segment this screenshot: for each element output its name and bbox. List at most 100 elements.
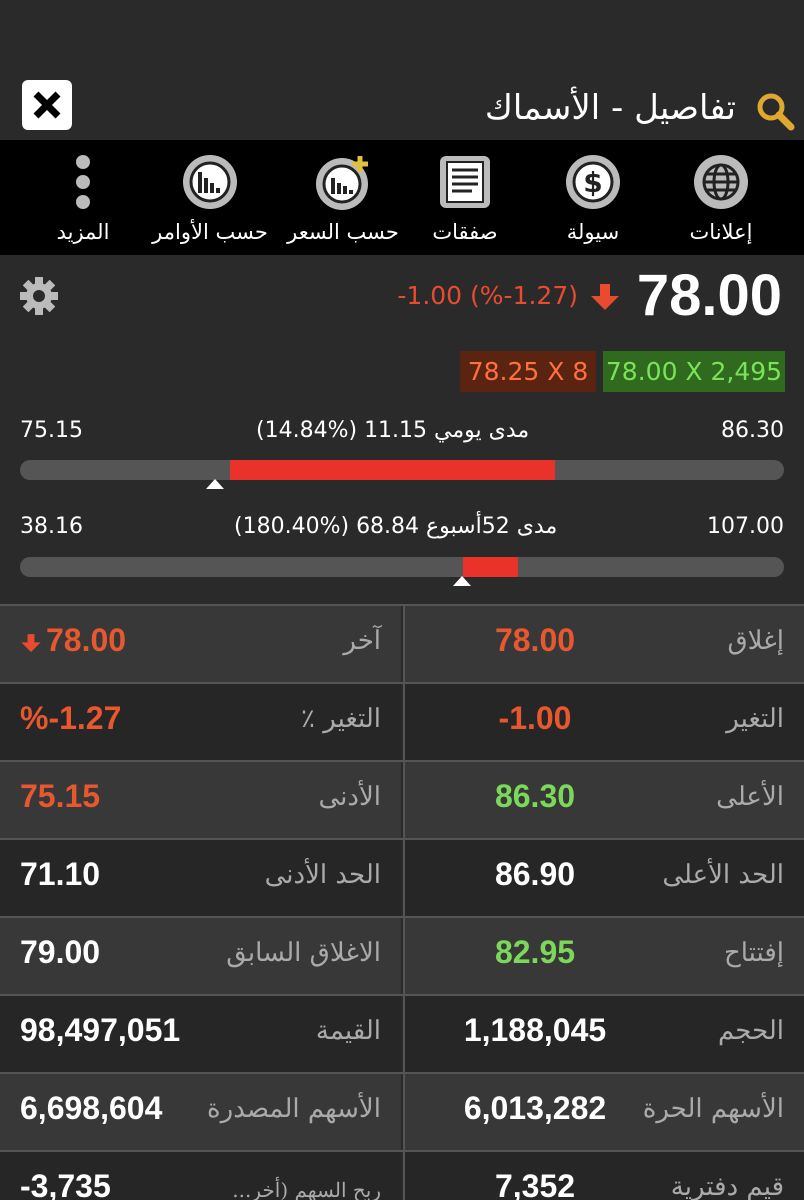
stat-value: 1,188,045 <box>463 1012 607 1048</box>
stat-value: 78.00 <box>20 622 126 659</box>
svg-text:$: $ <box>583 166 602 199</box>
stats-cell: 6,013,282 الأسهم الحرة <box>403 1074 804 1150</box>
daily-low: 75.15 <box>20 418 83 443</box>
daily-range-bar <box>20 460 784 480</box>
week52-high: 107.00 <box>707 514 784 539</box>
stats-cell: 7,352 قيم دفترية <box>403 1152 804 1200</box>
stat-label: إفتتاح <box>723 938 784 968</box>
stat-value: 71.10 <box>20 856 100 893</box>
last-price: 78.00 <box>636 263 782 328</box>
app-header: تفاصيل - الأسماك <box>0 0 804 140</box>
stat-label: إغلاق <box>727 626 784 656</box>
toolbar-by-price[interactable]: حسب السعر <box>276 152 410 252</box>
stat-value-text: 75.15 <box>20 778 101 814</box>
stats-cell: 79.00 الاغلاق السابق <box>0 918 401 994</box>
stats-cell: %-1.27 التغير ٪ <box>0 684 401 760</box>
stats-cell: 86.30 الأعلى <box>403 762 804 838</box>
ask-quote: 78.25 X 8 <box>460 351 596 392</box>
stats-cell: 6,698,604 الأسهم المصدرة <box>0 1074 401 1150</box>
stats-row: 6,698,604 الأسهم المصدرة 6,013,282 الأسهم ا… <box>0 1074 804 1152</box>
toolbar-announcements[interactable]: إعلانات <box>654 152 788 252</box>
toolbar-trades[interactable]: صفقات <box>398 152 532 252</box>
stats-cell: 82.95 إفتتاح <box>403 918 804 994</box>
stat-value: -1.00 <box>498 700 572 736</box>
week52-low: 38.16 <box>20 514 83 539</box>
stats-cell: 78.00 إغلاق <box>403 606 804 682</box>
week52-range-marker <box>452 576 471 586</box>
stat-label: القيمة <box>315 1016 381 1046</box>
toolbar-label: حسب السعر <box>287 220 399 244</box>
stat-value: 6,013,282 <box>463 1090 607 1126</box>
stat-value: 78.00 <box>494 622 576 658</box>
document-icon <box>440 156 490 208</box>
stats-cell: 1,188,045 الحجم <box>403 996 804 1072</box>
stats-cell: 78.00 آخر <box>0 606 401 682</box>
stat-value: 98,497,051 <box>20 1012 180 1049</box>
toolbar-label: إعلانات <box>689 220 753 244</box>
stats-row: 79.00 الاغلاق السابق 82.95 إفتتاح <box>0 918 804 996</box>
stat-label: الأسهم الحرة <box>642 1094 784 1124</box>
stats-row: 98,497,051 القيمة 1,188,045 الحجم <box>0 996 804 1074</box>
stat-label: قيم دفترية <box>670 1172 784 1200</box>
price-change: -1.00 (%-1.27) <box>397 281 578 310</box>
stat-value: 86.30 <box>494 778 576 814</box>
stats-table: 78.00 آخر 78.00 إغلاق %-1.27 التغير ٪ -1.00 الت… <box>0 604 804 1200</box>
daily-range-fill <box>230 460 555 480</box>
stats-row: 78.00 آخر 78.00 إغلاق <box>0 606 804 684</box>
stat-value-text: 6,698,604 <box>20 1090 163 1126</box>
daily-range-label: مدى يومي 11.15 (%14.84) <box>256 418 530 443</box>
stat-value-text: 98,497,051 <box>20 1012 181 1048</box>
stat-label: الأعلى <box>716 782 784 812</box>
stat-label: الأدنى <box>318 782 381 812</box>
stat-label: آخر <box>343 626 381 656</box>
week52-range-fill <box>463 557 519 577</box>
toolbar: إعلانات $ سيولة صفقات حسب السعر حسب الأو… <box>0 140 804 255</box>
stat-value-text: 71.10 <box>20 856 101 892</box>
toolbar-label: سيولة <box>566 220 620 244</box>
stat-value: 86.90 <box>494 856 576 892</box>
stats-cell: 86.90 الحد الأعلى <box>403 840 804 916</box>
stats-cell: 75.15 الأدنى <box>0 762 401 838</box>
stat-label: التغير <box>726 704 784 734</box>
stat-value-text: -3,735 <box>20 1168 111 1200</box>
bid-quote: 78.00 X 2,495 <box>603 351 785 392</box>
more-icon <box>76 155 90 209</box>
close-button[interactable] <box>22 80 72 130</box>
gear-icon[interactable] <box>18 275 60 317</box>
stat-value: -3,735 <box>20 1168 111 1200</box>
globe-icon <box>694 155 748 209</box>
stat-value: 79.00 <box>20 934 100 971</box>
stat-value-text: 79.00 <box>20 934 101 970</box>
dollar-icon: $ <box>566 155 620 209</box>
stat-value-text: 78.00 <box>46 622 127 658</box>
stat-value: %-1.27 <box>20 700 121 737</box>
stat-label: الأسهم المصدرة <box>207 1094 381 1124</box>
stat-label: الاغلاق السابق <box>226 938 381 968</box>
week52-range-label: مدى 52أسبوع 68.84 (%180.40) <box>234 514 558 539</box>
stat-value: 6,698,604 <box>20 1090 162 1127</box>
close-icon <box>33 91 61 119</box>
stats-cell: 98,497,051 القيمة <box>0 996 401 1072</box>
stat-label: التغير ٪ <box>301 704 381 734</box>
stats-row: 71.10 الحد الأدنى 86.90 الحد الأعلى <box>0 840 804 918</box>
toolbar-liquidity[interactable]: $ سيولة <box>526 152 660 252</box>
search-icon[interactable] <box>754 90 796 132</box>
stats-cell: -1.00 التغير <box>403 684 804 760</box>
stat-value: 82.95 <box>494 934 576 970</box>
stats-row: %-1.27 التغير ٪ -1.00 التغير <box>0 684 804 762</box>
daily-range-marker <box>205 479 224 489</box>
stats-row: -3,735 ربح السهم (أخر... 7,352 قيم دفترية <box>0 1152 804 1200</box>
toolbar-label: صفقات <box>432 220 498 244</box>
toolbar-more[interactable]: المزيد <box>16 152 150 252</box>
stats-cell: -3,735 ربح السهم (أخر... <box>0 1152 401 1200</box>
stats-cell: 71.10 الحد الأدنى <box>0 840 401 916</box>
stat-value: 75.15 <box>20 778 100 815</box>
chart-add-icon <box>316 156 368 210</box>
stat-value: 7,352 <box>494 1168 576 1200</box>
stat-label: ربح السهم (أخر... <box>232 1178 381 1200</box>
stat-label: الحجم <box>717 1016 784 1046</box>
toolbar-label: حسب الأوامر <box>152 220 268 244</box>
toolbar-by-orders[interactable]: حسب الأوامر <box>143 152 277 252</box>
stat-label: الحد الأعلى <box>662 860 784 890</box>
arrow-down-icon <box>21 633 41 652</box>
